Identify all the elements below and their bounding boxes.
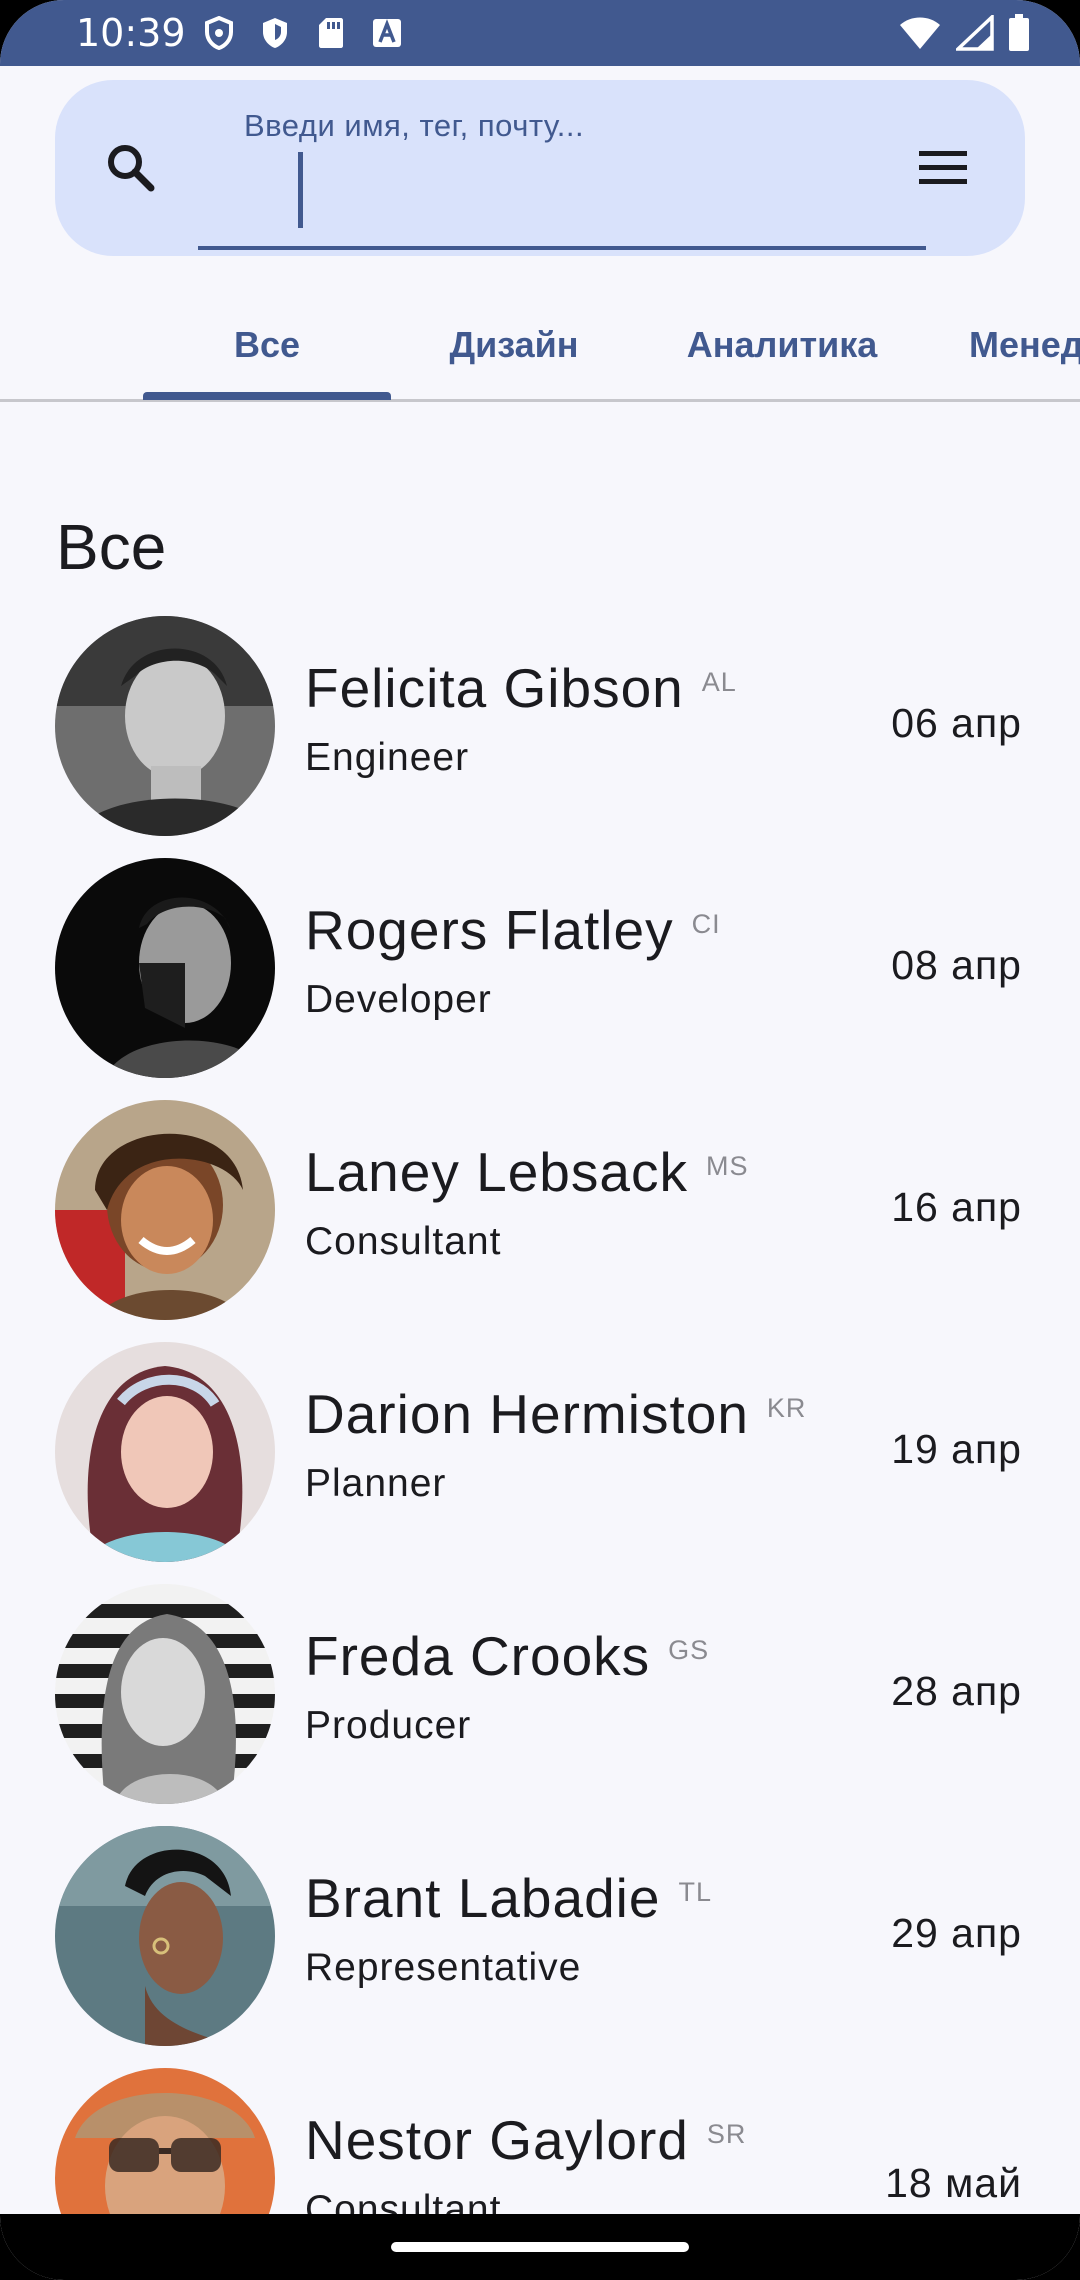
contact-date: 29 апр — [891, 1910, 1022, 1956]
contact-name-row: Darion Hermiston KR — [305, 1382, 806, 1446]
list-item[interactable]: Freda Crooks GS Producer 28 апр — [0, 1584, 1080, 1826]
avatar — [55, 616, 275, 836]
contact-date: 19 апр — [891, 1426, 1022, 1472]
contact-tag: SR — [706, 2119, 747, 2149]
list-item[interactable]: Laney Lebsack MS Consultant 16 апр — [0, 1100, 1080, 1342]
tab-all[interactable]: Все — [143, 288, 391, 402]
contact-name-row: Nestor Gaylord SR — [305, 2108, 746, 2172]
contact-tag: MS — [706, 1151, 749, 1181]
list-item[interactable]: Felicita Gibson AL Engineer 06 апр — [0, 616, 1080, 858]
status-bar: 10:39 — [0, 0, 1080, 66]
contact-name: Brant Labadie — [305, 1867, 661, 1929]
avatar — [55, 1342, 275, 1562]
contact-date: 18 май — [885, 2160, 1022, 2206]
contact-name: Darion Hermiston — [305, 1383, 749, 1445]
status-icons-left — [202, 15, 404, 51]
contact-date: 16 апр — [891, 1184, 1022, 1230]
contact-role: Producer — [305, 1704, 472, 1747]
contact-name: Laney Lebsack — [305, 1141, 688, 1203]
status-time: 10:39 — [76, 11, 186, 55]
section-title: Все — [56, 511, 167, 583]
tab-management[interactable]: Менед — [969, 288, 1080, 402]
contact-date: 08 апр — [891, 942, 1022, 988]
contact-tag: GS — [668, 1635, 710, 1665]
contact-name: Rogers Flatley — [305, 899, 674, 961]
list-item[interactable]: Brant Labadie TL Representative 29 апр — [0, 1826, 1080, 2068]
list-item[interactable]: Rogers Flatley CI Developer 08 апр — [0, 858, 1080, 1100]
tab-analytics[interactable]: Аналитика — [655, 288, 909, 402]
avatar — [55, 858, 275, 1078]
contact-tag: TL — [678, 1877, 713, 1907]
contact-name-row: Brant Labadie TL — [305, 1866, 712, 1930]
tab-design[interactable]: Дизайн — [420, 288, 608, 402]
contact-tag: KR — [766, 1393, 807, 1423]
contact-name-row: Freda Crooks GS — [305, 1624, 709, 1688]
text-cursor — [298, 152, 303, 228]
contact-role: Engineer — [305, 736, 470, 779]
contact-role: Developer — [305, 978, 492, 1021]
contact-name-row: Laney Lebsack MS — [305, 1140, 749, 1204]
tab-bar: Все Дизайн Аналитика Менед — [0, 288, 1080, 402]
battery-icon — [1008, 14, 1030, 57]
sd-card-icon — [314, 15, 348, 51]
cellular-signal-icon — [953, 12, 994, 56]
avatar — [55, 1584, 275, 1804]
shield-filled-icon — [258, 15, 292, 51]
status-icons-right — [898, 12, 1030, 57]
contact-date: 06 апр — [891, 700, 1022, 746]
contact-date: 28 апр — [891, 1668, 1022, 1714]
contact-role: Planner — [305, 1462, 447, 1505]
shield-outline-icon — [202, 15, 236, 51]
contact-tag: CI — [691, 909, 721, 939]
contact-name: Freda Crooks — [305, 1625, 651, 1687]
screen: 10:39 Введи имя, тег, почту... Все Дизай… — [0, 0, 1080, 2280]
contact-role: Representative — [305, 1946, 582, 1989]
navigation-bar — [0, 2214, 1080, 2280]
search-icon[interactable] — [99, 136, 163, 200]
menu-icon[interactable] — [913, 138, 973, 198]
contact-name-row: Rogers Flatley CI — [305, 898, 721, 962]
contact-name-row: Felicita Gibson AL — [305, 656, 737, 720]
search-placeholder: Введи имя, тег, почту... — [244, 108, 585, 143]
list-item[interactable]: Darion Hermiston KR Planner 19 апр — [0, 1342, 1080, 1584]
contact-name: Felicita Gibson — [305, 657, 684, 719]
home-gesture-handle[interactable] — [391, 2242, 689, 2252]
search-bar: Введи имя, тег, почту... — [55, 80, 1025, 256]
search-input[interactable]: Введи имя, тег, почту... — [198, 80, 926, 250]
tab-indicator — [143, 392, 391, 400]
contact-name: Nestor Gaylord — [305, 2109, 689, 2171]
contact-role: Consultant — [305, 1220, 502, 1263]
contact-tag: AL — [701, 667, 737, 697]
avatar — [55, 1100, 275, 1320]
font-a-icon — [370, 15, 404, 51]
wifi-icon — [898, 15, 942, 56]
avatar — [55, 1826, 275, 2046]
